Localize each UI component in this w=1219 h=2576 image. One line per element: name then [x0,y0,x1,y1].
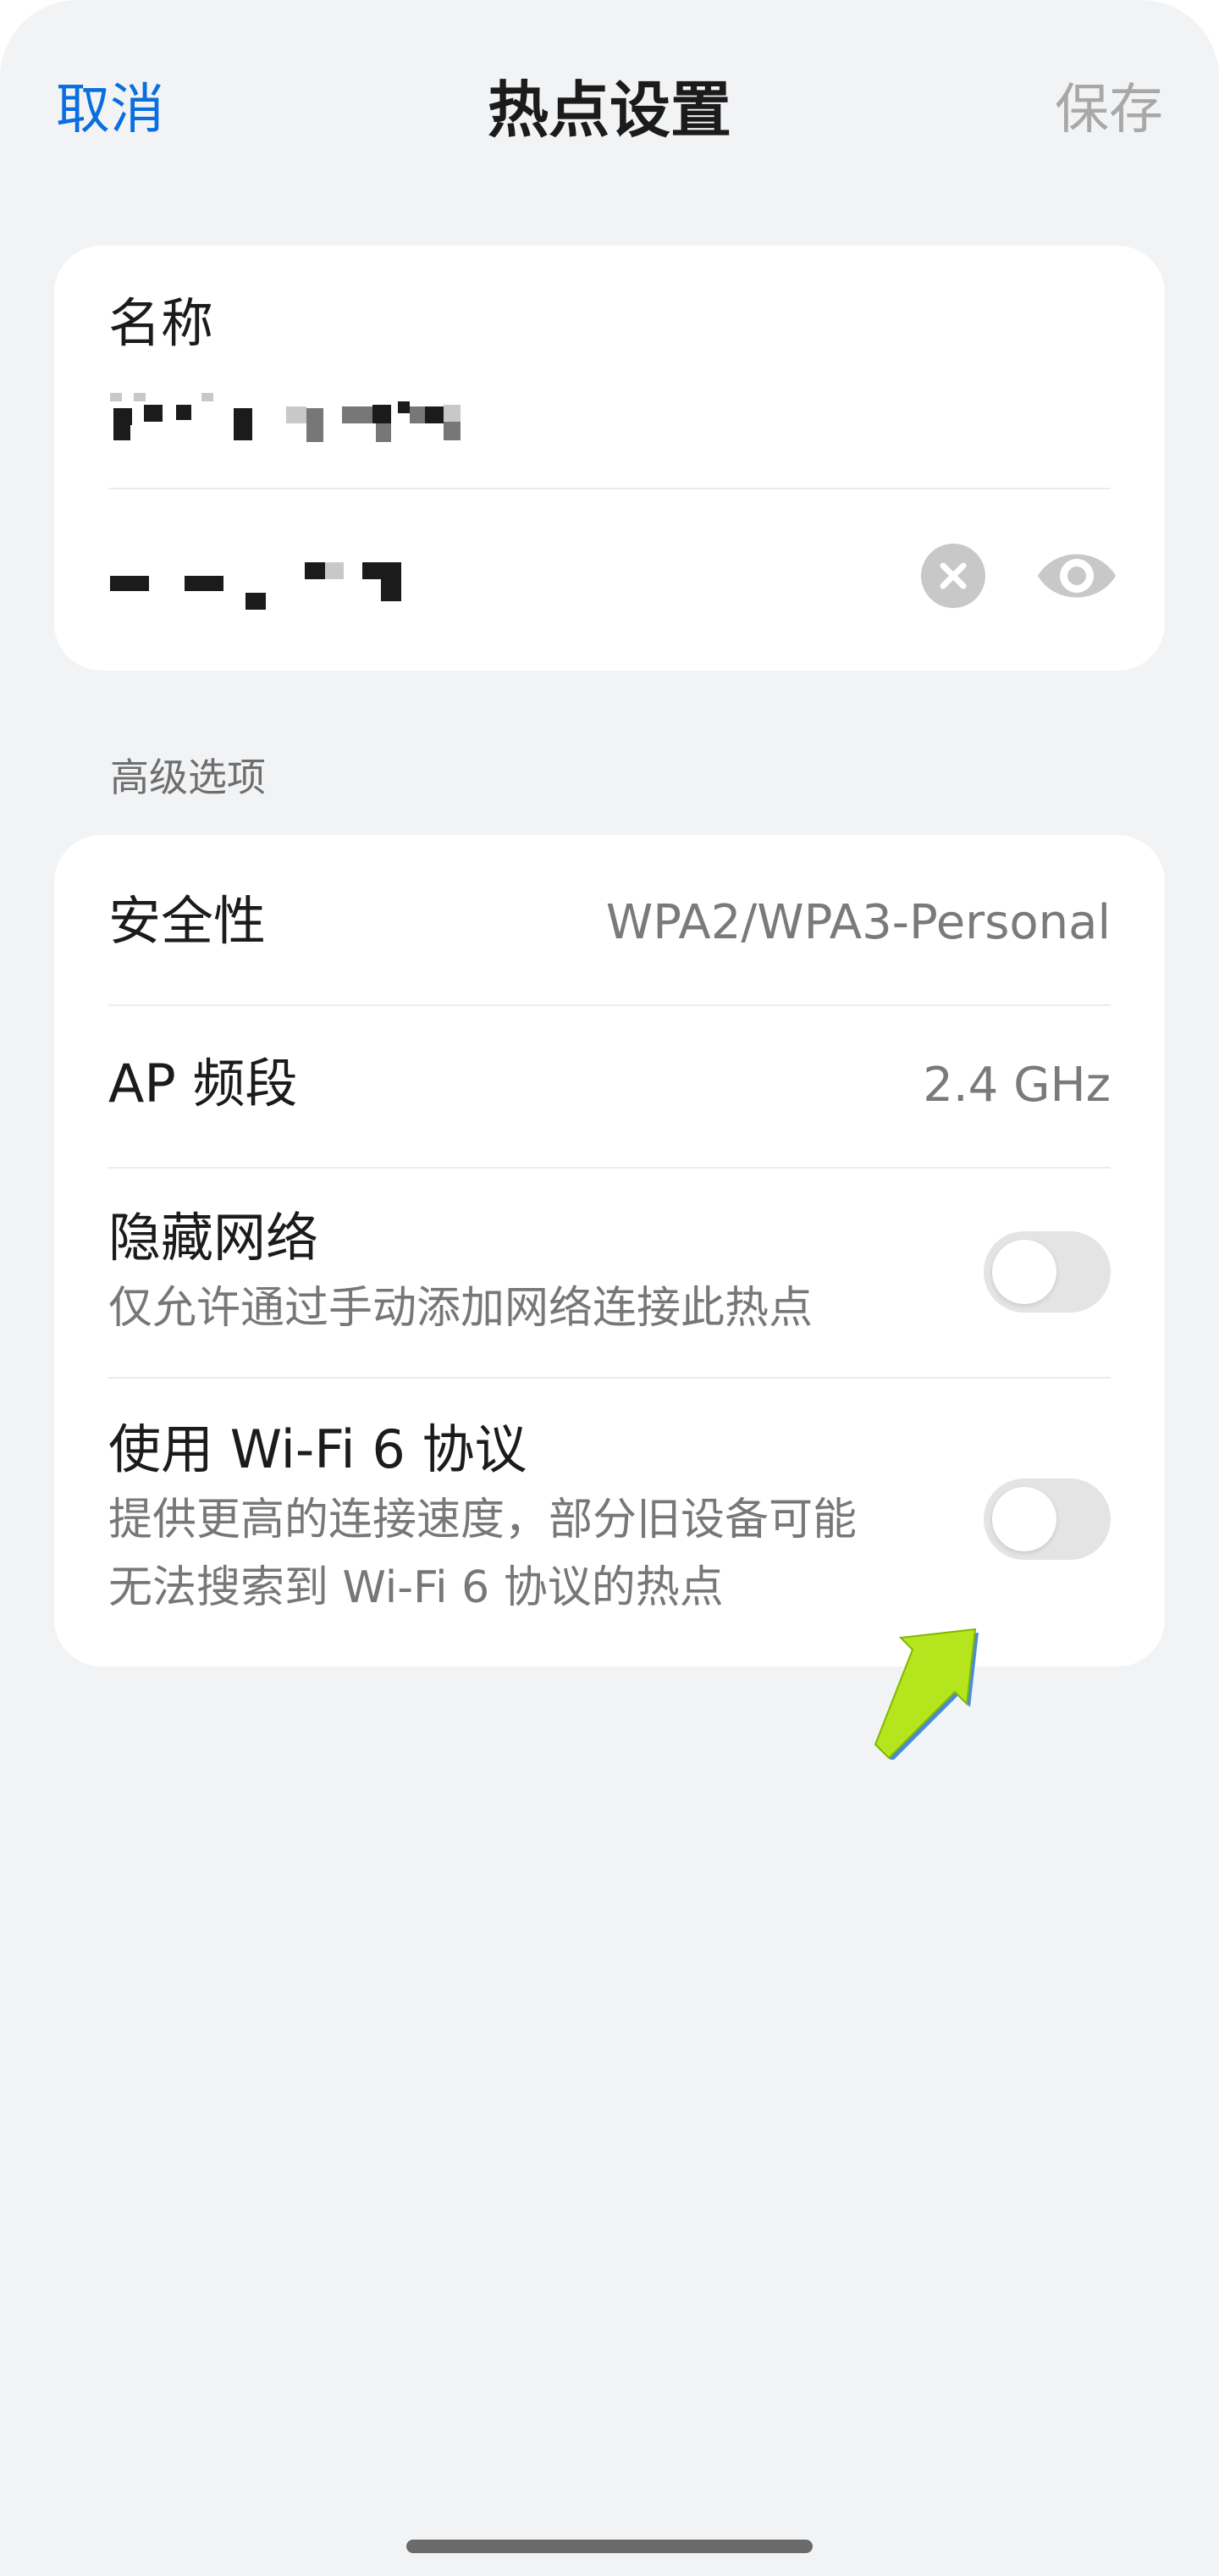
page-title: 热点设置 [487,75,731,146]
ap-band-value: 2.4 GHz [923,1058,1111,1113]
wifi6-description-line1: 提供更高的连接速度，部分旧设备可能 [108,1495,858,1545]
wifi6-label: 使用 Wi-Fi 6 协议 [108,1418,527,1480]
save-button[interactable]: 保存 [1055,76,1163,144]
home-indicator[interactable] [406,2540,813,2553]
hide-network-description: 仅允许通过手动添加网络连接此热点 [108,1283,814,1334]
toggle-knob [992,1240,1056,1304]
ap-band-label: AP 频段 [108,1053,298,1114]
divider [108,1167,1111,1169]
hide-network-toggle[interactable] [984,1231,1111,1313]
annotation-arrow-icon [874,1628,979,1760]
eye-icon [1038,554,1116,598]
clear-circle-x-icon [940,562,967,589]
divider [108,1377,1111,1379]
show-password-button[interactable] [1026,540,1128,611]
security-row[interactable]: 安全性 WPA2/WPA3-Personal [54,835,1165,1004]
wifi6-toggle[interactable] [984,1479,1111,1560]
wifi6-description-line2: 无法搜索到 Wi-Fi 6 协议的热点 [108,1562,724,1613]
name-label: 名称 [108,292,214,354]
security-label: 安全性 [108,890,267,952]
toggle-knob [992,1487,1056,1551]
ap-band-row[interactable]: AP 频段 2.4 GHz [54,1006,1165,1167]
name-divider [108,488,1111,489]
hotspot-settings-screen: 取消 热点设置 保存 名称 高级选项 安全性 WPA2/WPA3-Persona… [0,0,1219,2576]
advanced-options-card: 安全性 WPA2/WPA3-Personal AP 频段 2.4 GHz 隐藏网… [54,835,1165,1667]
network-name-card: 名称 [54,246,1165,671]
advanced-options-label: 高级选项 [110,755,266,800]
password-input-masked[interactable] [108,559,430,610]
hide-network-label: 隐藏网络 [108,1207,319,1269]
clear-password-button[interactable] [921,544,985,608]
security-value: WPA2/WPA3-Personal [605,895,1111,950]
ssid-input-masked[interactable] [108,388,481,442]
